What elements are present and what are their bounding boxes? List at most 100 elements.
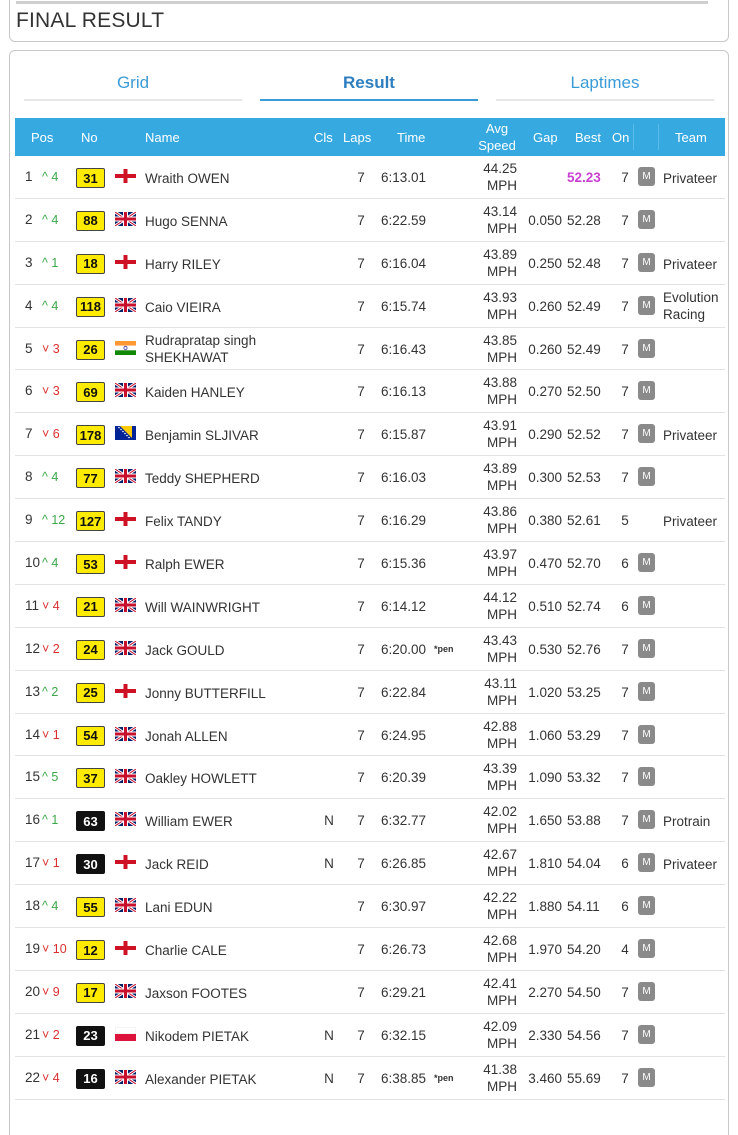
tab-grid[interactable]: Grid: [24, 69, 242, 101]
rider-name[interactable]: Jaxson FOOTES: [145, 985, 320, 1002]
rider-name[interactable]: Hugo SENNA: [145, 213, 320, 230]
speed-value: 42.88: [483, 718, 517, 734]
m-badge[interactable]: M: [638, 767, 655, 787]
tab-result-underline: [260, 99, 478, 101]
table-row[interactable]: 7 ˅ 6 178 Benjamin SLJIVAR 7 6:15.87 43.…: [15, 413, 725, 457]
col-name[interactable]: Name: [145, 118, 180, 156]
m-badge[interactable]: M: [638, 681, 655, 701]
table-row[interactable]: 19 ˅ 10 12 Charlie CALE 7 6:26.73 42.68 M…: [15, 928, 725, 971]
arrow-up-icon: ^: [42, 556, 48, 571]
rider-name[interactable]: William EWER: [145, 813, 320, 830]
m-badge[interactable]: M: [638, 981, 655, 1001]
m-badge[interactable]: M: [638, 810, 655, 830]
rider-name[interactable]: Jonny BUTTERFILL: [145, 685, 320, 702]
table-row[interactable]: 15 ^ 5 37 Oakley HOWLETT 7 6:20.39 43.39…: [15, 756, 725, 800]
rider-name[interactable]: Rudrapratap singh SHEKHAWAT: [145, 332, 320, 366]
table-row[interactable]: 14 ˅ 1 54 Jonah ALLEN 7 6:24.95 42.88 MPH…: [15, 714, 725, 757]
best-on-lap: 7: [621, 212, 629, 228]
race-number: 37: [76, 768, 105, 789]
rider-name[interactable]: Jack GOULD: [145, 642, 320, 659]
table-row[interactable]: 5 ˅ 3 26 Rudrapratap singh SHEKHAWAT 7 6…: [15, 328, 725, 371]
rider-name[interactable]: Oakley HOWLETT: [145, 770, 320, 787]
change-amount: 3: [52, 384, 60, 399]
table-row[interactable]: 11 ˅ 4 21 Will WAINWRIGHT 7 6:14.12 44.1…: [15, 585, 725, 628]
table-row[interactable]: 16 ^ 1 63 William EWER N 7 6:32.77 42.02…: [15, 799, 725, 843]
position: 5: [25, 340, 33, 356]
m-badge[interactable]: M: [638, 853, 655, 873]
avg-speed: 43.89 MPH: [473, 460, 517, 494]
col-cls[interactable]: Cls: [314, 118, 333, 156]
england-flag-icon: [115, 855, 136, 870]
gap: 0.300: [528, 470, 562, 486]
table-row[interactable]: 22 ˅ 4 16 Alexander PIETAK N 7 6:38.85 *…: [15, 1057, 725, 1100]
table-row[interactable]: 6 ˅ 3 69 Kaiden HANLEY 7 6:16.13 43.88 MP…: [15, 370, 725, 414]
rider-name[interactable]: Harry RILEY: [145, 256, 320, 273]
table-row[interactable]: 8 ^ 4 77 Teddy SHEPHERD 7 6:16.03 43.89 M…: [15, 456, 725, 500]
m-badge[interactable]: M: [638, 338, 655, 358]
m-badge[interactable]: M: [638, 167, 655, 186]
col-best[interactable]: Best: [575, 118, 601, 156]
table-row[interactable]: 18 ^ 4 55 Lani EDUN 7 6:30.97 42.22 MPH 1…: [15, 885, 725, 929]
m-badge[interactable]: M: [638, 595, 655, 615]
rider-name[interactable]: Nikodem PIETAK: [145, 1028, 320, 1045]
table-row[interactable]: 17 ˅ 1 30 Jack REID N 7 6:26.85 42.67 MPH…: [15, 842, 725, 886]
table-row[interactable]: 21 ˅ 2 23 Nikodem PIETAK N 7 6:32.15 42.…: [15, 1014, 725, 1057]
team: Evolution Racing: [663, 289, 719, 322]
tab-result[interactable]: Result: [260, 69, 478, 101]
table-row[interactable]: 1 ^ 4 31 Wraith OWEN 7 6:13.01 44.25 MPH …: [15, 156, 725, 199]
m-badge[interactable]: M: [638, 424, 655, 444]
position-change: ^ 4: [42, 899, 58, 913]
m-badge[interactable]: M: [638, 467, 655, 487]
rider-name[interactable]: Kaiden HANLEY: [145, 384, 320, 401]
col-on[interactable]: On: [612, 118, 629, 156]
m-badge[interactable]: M: [638, 1067, 655, 1087]
rider-name[interactable]: Charlie CALE: [145, 942, 320, 959]
position: 20: [25, 983, 41, 999]
m-badge[interactable]: M: [638, 638, 655, 658]
col-laps[interactable]: Laps: [343, 118, 371, 156]
m-badge[interactable]: M: [638, 939, 655, 959]
col-gap[interactable]: Gap: [533, 118, 558, 156]
england-flag-icon: [115, 555, 136, 570]
rider-name[interactable]: Wraith OWEN: [145, 170, 320, 187]
table-row[interactable]: 10 ^ 4 53 Ralph EWER 7 6:15.36 43.97 MPH …: [15, 542, 725, 585]
rider-name[interactable]: Ralph EWER: [145, 556, 320, 573]
table-row[interactable]: 13 ^ 2 25 Jonny BUTTERFILL 7 6:22.84 43.…: [15, 671, 725, 714]
position: 21: [25, 1026, 41, 1042]
speed-value: 42.02: [483, 804, 517, 820]
rider-name[interactable]: Will WAINWRIGHT: [145, 599, 320, 616]
rider-name[interactable]: Teddy SHEPHERD: [145, 470, 320, 487]
rider-name[interactable]: Lani EDUN: [145, 899, 320, 916]
table-row[interactable]: 20 ˅ 9 17 Jaxson FOOTES 7 6:29.21 42.41 M…: [15, 971, 725, 1014]
table-row[interactable]: 12 ˅ 2 24 Jack GOULD 7 6:20.00 *pen 43.4…: [15, 628, 725, 671]
col-pos[interactable]: Pos: [31, 118, 53, 156]
position: 15: [25, 769, 41, 785]
col-avg-speed[interactable]: Avg Speed: [475, 118, 519, 156]
m-badge[interactable]: M: [638, 295, 655, 315]
m-badge[interactable]: M: [638, 896, 655, 916]
col-team[interactable]: Team: [675, 118, 707, 156]
m-badge[interactable]: M: [638, 209, 655, 229]
rider-name[interactable]: Alexander PIETAK: [145, 1071, 320, 1088]
table-row[interactable]: 9 ^ 12 127 Felix TANDY 7 6:16.29 43.86 MP…: [15, 499, 725, 543]
position-change: ˅ 4: [42, 1071, 60, 1085]
rider-name[interactable]: Caio VIEIRA: [145, 299, 320, 316]
m-badge[interactable]: M: [638, 724, 655, 744]
rider-name[interactable]: Jonah ALLEN: [145, 728, 320, 745]
m-badge[interactable]: M: [638, 1024, 655, 1044]
m-badge[interactable]: M: [638, 381, 655, 401]
avg-speed: 42.41 MPH: [473, 975, 517, 1009]
rider-name[interactable]: Benjamin SLJIVAR: [145, 427, 320, 444]
table-row[interactable]: 3 ^ 1 18 Harry RILEY 7 6:16.04 43.89 MPH …: [15, 242, 725, 285]
m-badge[interactable]: M: [638, 553, 655, 573]
m-badge[interactable]: M: [638, 252, 655, 272]
col-time[interactable]: Time: [397, 118, 425, 156]
col-no[interactable]: No: [81, 118, 98, 156]
table-row[interactable]: 4 ^ 4 118 Caio VIEIRA 7 6:15.74 43.93 MPH…: [15, 285, 725, 328]
rider-name[interactable]: Felix TANDY: [145, 513, 320, 530]
best-on-lap: 7: [621, 813, 629, 829]
speed-unit: MPH: [487, 907, 517, 923]
tab-laptimes[interactable]: Laptimes: [496, 69, 714, 101]
rider-name[interactable]: Jack REID: [145, 856, 320, 873]
table-row[interactable]: 2 ^ 4 88 Hugo SENNA 7 6:22.59 43.14 MPH 0…: [15, 199, 725, 242]
